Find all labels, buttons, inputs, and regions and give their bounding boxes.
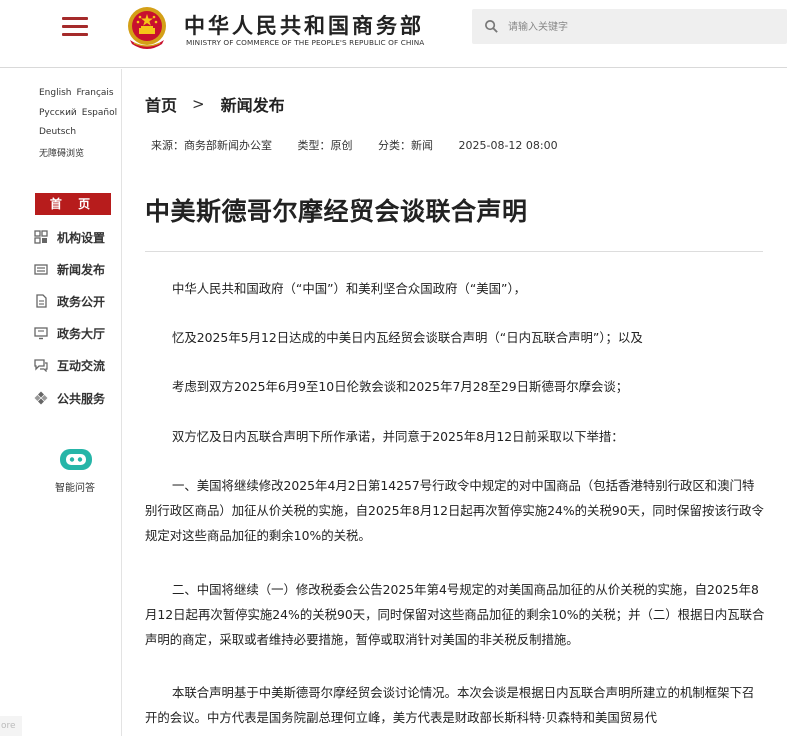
sidebar-item-org[interactable]: 机构设置 [34,227,105,247]
org-icon [34,230,48,244]
service-icon [34,391,48,405]
article-paragraph: 忆及2025年5月12日达成的中美日内瓦经贸会谈联合声明（“日内瓦联合声明”）；… [172,330,643,345]
sidebar-item-service-hall[interactable]: 政务大厅 [34,323,105,343]
lang-english-link[interactable]: English [39,88,72,98]
sidebar-item-gov-info[interactable]: 政务公开 [34,291,105,311]
search-input[interactable] [508,17,768,37]
nav-home-button[interactable]: 首 页 [35,193,111,215]
breadcrumb: 首页 > 新闻发布 [145,92,285,116]
language-links-row1: English Français [39,88,119,98]
article-meta: 来源：商务部新闻办公室 类型：原创 分类：新闻 2025-08-12 08:00 [151,137,580,153]
search-icon[interactable] [484,19,499,34]
sidebar-item-label: 政务公开 [57,294,106,309]
document-icon [36,294,47,308]
site-subtitle: MINISTRY OF COMMERCE OF THE PEOPLE'S REP… [186,38,425,47]
assistant-label[interactable]: 智能问答 [55,479,95,494]
title-divider [145,251,763,252]
breadcrumb-current[interactable]: 新闻发布 [221,92,285,116]
site-header: 中华人民共和国商务部 MINISTRY OF COMMERCE OF THE P… [0,0,787,68]
lang-russian-link[interactable]: Русский [39,108,77,118]
lang-spanish-link[interactable]: Español [82,108,117,118]
lang-french-link[interactable]: Français [77,88,114,98]
news-icon [34,264,48,275]
sidebar-item-interaction[interactable]: 互动交流 [34,355,105,375]
lang-german-link[interactable]: Deutsch [39,127,76,137]
article-paragraph: 本联合声明基于中美斯德哥尔摩经贸会谈讨论情况。本次会谈是根据日内瓦联合声明所建立… [145,685,755,725]
national-emblem-logo[interactable] [124,4,170,54]
meta-category: 分类：新闻 [378,139,433,152]
sidebar: English Français Русский Español Deutsch 无… [0,69,122,736]
meta-datetime: 2025-08-12 08:00 [458,139,558,152]
language-links-row3: Deutsch [39,127,81,137]
monitor-icon [34,327,48,340]
site-title[interactable]: 中华人民共和国商务部 [184,10,424,40]
sidebar-item-public-service[interactable]: 公共服务 [34,388,105,408]
article-paragraph: 一、美国将继续修改2025年4月2日第14257号行政令中规定的对中国商品（包括… [145,478,764,543]
robot-assistant-icon[interactable] [58,447,94,473]
search-box[interactable] [472,9,787,44]
chat-icon [34,359,48,372]
meta-source: 来源：商务部新闻办公室 [151,139,272,152]
sidebar-item-label: 政务大厅 [57,326,106,341]
sidebar-item-news[interactable]: 新闻发布 [34,259,105,279]
sidebar-item-label: 新闻发布 [57,262,106,277]
article-paragraph: 双方忆及日内瓦联合声明下所作承诺，并同意于2025年8月12日前采取以下举措： [172,429,624,444]
article-title: 中美斯德哥尔摩经贸会谈联合声明 [145,197,528,226]
article-paragraph: 考虑到双方2025年6月9至10日伦敦会谈和2025年7月28至29日斯德哥尔摩… [172,379,629,394]
menu-icon[interactable] [62,17,88,37]
meta-type: 类型：原创 [297,139,353,152]
edge-more-tab[interactable]: ore [0,716,22,736]
sidebar-item-label: 互动交流 [57,358,106,373]
sidebar-item-label: 公共服务 [57,391,106,406]
breadcrumb-home-link[interactable]: 首页 [145,92,177,116]
chevron-right-icon: > [192,95,205,113]
article-paragraph: 二、中国将继续（一）修改税委会公告2025年第4号规定的对美国商品加征的从价关税… [145,582,765,647]
language-links-row2: Русский Español [39,108,122,118]
sidebar-item-label: 机构设置 [57,230,106,245]
article-paragraph: 中华人民共和国政府（“中国”）和美利坚合众国政府（“美国”）， [172,281,527,296]
accessibility-link[interactable]: 无障碍浏览 [39,146,84,159]
